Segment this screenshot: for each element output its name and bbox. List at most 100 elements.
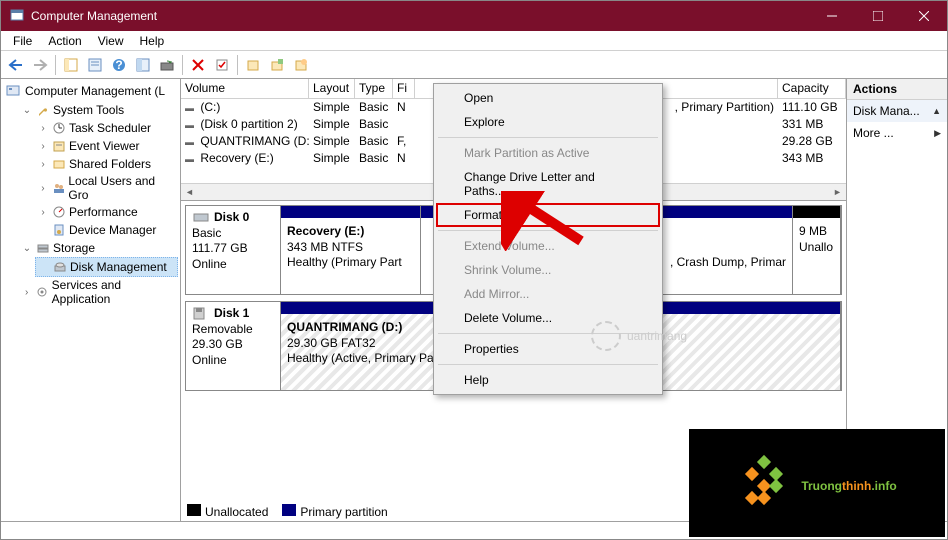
expander-icon[interactable]: › [21, 287, 32, 298]
minimize-button[interactable] [809, 1, 855, 31]
disk-size: 29.30 GB [192, 337, 274, 353]
tree-services[interactable]: › Services and Application [19, 277, 178, 307]
cm-change-letter[interactable]: Change Drive Letter and Paths... [436, 165, 660, 203]
partition[interactable]: Recovery (E:) 343 MB NTFS Healthy (Prima… [281, 206, 421, 294]
close-button[interactable] [901, 1, 947, 31]
partition-unalloc[interactable]: 9 MB Unallo [793, 206, 841, 294]
tree-label: Shared Folders [69, 157, 151, 171]
disk-status: Online [192, 257, 274, 273]
toolbar-icon-2[interactable] [242, 54, 264, 76]
tree-system-tools[interactable]: ⌄ System Tools [19, 101, 178, 119]
menu-view[interactable]: View [90, 32, 132, 50]
col-fs[interactable]: Fi [393, 79, 415, 98]
expander-icon[interactable]: › [37, 183, 49, 194]
actions-disk-mgmt[interactable]: Disk Mana... ▲ [847, 100, 947, 122]
menu-file[interactable]: File [5, 32, 40, 50]
svg-text:?: ? [115, 58, 122, 72]
tree-label: System Tools [53, 103, 124, 117]
tree-shared-folders[interactable]: › Shared Folders [35, 155, 178, 173]
tree-disk-management[interactable]: Disk Management [35, 257, 178, 277]
vol-fs: N [393, 100, 415, 115]
drive-icon: ▬ [185, 103, 197, 113]
tree-label: Services and Application [52, 278, 176, 306]
menu-help[interactable]: Help [132, 32, 173, 50]
expander-icon[interactable]: › [37, 159, 49, 170]
vol-type: Basic [355, 117, 393, 132]
expander-icon[interactable]: › [37, 123, 49, 134]
expander-open-icon[interactable]: ⌄ [21, 105, 33, 116]
cm-mark-active: Mark Partition as Active [436, 141, 660, 165]
tree-task-scheduler[interactable]: › Task Scheduler [35, 119, 178, 137]
expander-open-icon[interactable]: ⌄ [21, 243, 33, 254]
users-icon [51, 180, 67, 196]
logo-banner: Truongthinh.info [689, 429, 945, 537]
col-type[interactable]: Type [355, 79, 393, 98]
cm-open[interactable]: Open [436, 86, 660, 110]
cm-extend: Extend Volume... [436, 234, 660, 258]
menu-action[interactable]: Action [40, 32, 89, 50]
actions-more[interactable]: More ... ▶ [847, 122, 947, 144]
logo-dots-icon [737, 455, 793, 511]
properties-icon[interactable] [84, 54, 106, 76]
tree-label: Storage [53, 241, 95, 255]
performance-icon [51, 204, 67, 220]
disk-label[interactable]: Disk 1 Removable 29.30 GB Online [186, 302, 281, 390]
cm-add-mirror: Add Mirror... [436, 282, 660, 306]
vol-fs [393, 117, 415, 132]
tree-label: Task Scheduler [69, 121, 151, 135]
cm-properties[interactable]: Properties [436, 337, 660, 361]
delete-icon[interactable] [187, 54, 209, 76]
cm-format[interactable]: Format... [436, 203, 660, 227]
scroll-left-icon[interactable]: ◄ [181, 184, 198, 200]
tree-root[interactable]: Computer Management (L [3, 81, 178, 101]
toolbar-icon-1[interactable] [132, 54, 154, 76]
legend-primary: Primary partition [300, 505, 387, 519]
tree-label: Local Users and Gro [68, 174, 176, 202]
maximize-button[interactable] [855, 1, 901, 31]
legend: Unallocated Primary partition [187, 504, 388, 519]
cm-explore[interactable]: Explore [436, 110, 660, 134]
computer-management-icon [5, 83, 21, 99]
vol-capacity: 29.28 GB [778, 134, 846, 149]
cm-delete[interactable]: Delete Volume... [436, 306, 660, 330]
tree-device-manager[interactable]: Device Manager [35, 221, 178, 239]
vol-name: QUANTRIMANG (D:) [200, 134, 309, 148]
tree-performance[interactable]: ›Performance [35, 203, 178, 221]
show-hide-tree-icon[interactable] [60, 54, 82, 76]
expander-icon[interactable]: › [37, 141, 49, 152]
toolbar-icon-3[interactable] [266, 54, 288, 76]
toolbar-icon-4[interactable] [290, 54, 312, 76]
refresh-icon[interactable] [156, 54, 178, 76]
actions-label: More ... [853, 126, 894, 140]
col-capacity[interactable]: Capacity [778, 79, 846, 98]
vol-layout: Simple [309, 151, 355, 166]
scroll-right-icon[interactable]: ► [829, 184, 846, 200]
window-title: Computer Management [31, 9, 809, 23]
tree-event-viewer[interactable]: › Event Viewer [35, 137, 178, 155]
tree-label: Event Viewer [69, 139, 139, 153]
tree-root-label: Computer Management (L [25, 84, 165, 98]
check-icon[interactable] [211, 54, 233, 76]
logo-text: Truongthinh.info [801, 470, 896, 496]
disk-status: Online [192, 353, 274, 369]
vol-type: Basic [355, 100, 393, 115]
tree-pane: Computer Management (L ⌄ System Tools › T… [1, 79, 181, 521]
clock-icon [51, 120, 67, 136]
help-icon[interactable]: ? [108, 54, 130, 76]
tree-storage[interactable]: ⌄ Storage [19, 239, 178, 257]
context-menu: Open Explore Mark Partition as Active Ch… [433, 83, 663, 395]
vol-layout: Simple [309, 100, 355, 115]
expander-icon[interactable]: › [37, 207, 49, 218]
forward-button[interactable] [29, 54, 51, 76]
col-layout[interactable]: Layout [309, 79, 355, 98]
cm-help[interactable]: Help [436, 368, 660, 392]
titlebar: Computer Management [1, 1, 947, 31]
part-health: Unallo [799, 240, 834, 256]
actions-header: Actions [847, 79, 947, 100]
vol-name: (Disk 0 partition 2) [200, 117, 297, 131]
folder-share-icon [51, 156, 67, 172]
tree-local-users[interactable]: › Local Users and Gro [35, 173, 178, 203]
back-button[interactable] [5, 54, 27, 76]
disk-label[interactable]: Disk 0 Basic 111.77 GB Online [186, 206, 281, 294]
col-volume[interactable]: Volume [181, 79, 309, 98]
